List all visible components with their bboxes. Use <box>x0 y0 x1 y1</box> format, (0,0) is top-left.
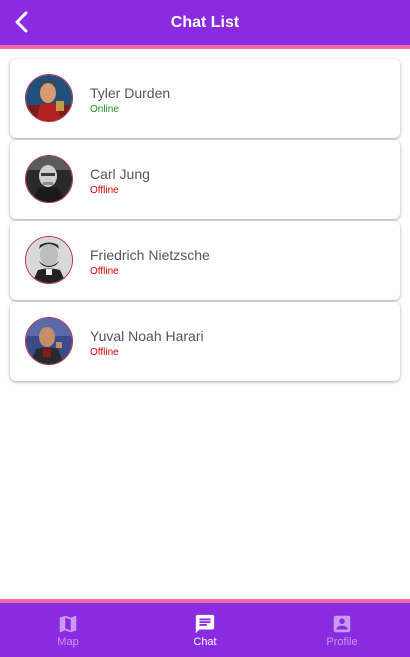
avatar <box>25 74 73 122</box>
app-header: Chat List <box>0 0 410 49</box>
chat-name: Yuval Noah Harari <box>90 328 204 344</box>
nav-item-profile[interactable]: Profile <box>274 603 410 657</box>
chat-item-friedrich-nietzsche[interactable]: Friedrich Nietzsche Offline <box>10 221 400 300</box>
map-icon <box>59 615 77 632</box>
avatar <box>25 155 73 203</box>
chat-name: Tyler Durden <box>90 85 171 101</box>
page-title: Chat List <box>170 14 240 31</box>
status-label: Offline <box>90 266 119 277</box>
chat-item-carl-jung[interactable]: Carl Jung Offline <box>10 140 400 219</box>
avatar <box>25 317 73 365</box>
chat-name: Carl Jung <box>90 166 150 182</box>
status-label: Online <box>90 104 119 115</box>
nav-label: Profile <box>326 635 358 648</box>
chat-item-tyler-durden[interactable]: Tyler Durden Online <box>10 59 400 138</box>
avatar <box>25 236 73 284</box>
profile-icon <box>333 615 351 632</box>
chat-icon <box>195 614 215 633</box>
chat-name: Friedrich Nietzsche <box>90 247 210 263</box>
nav-label: Chat <box>193 635 217 648</box>
chat-list: Tyler Durden Online Carl Jung Offline Fr… <box>10 59 400 383</box>
chat-list-screen: Chat List Tyler Durden Online Carl Jung … <box>0 0 410 657</box>
status-label: Offline <box>90 347 119 358</box>
nav-label: Map <box>57 635 79 648</box>
chat-item-yuval-noah-harari[interactable]: Yuval Noah Harari Offline <box>10 302 400 381</box>
nav-item-map[interactable]: Map <box>0 603 136 657</box>
nav-item-chat[interactable]: Chat <box>137 603 273 657</box>
bottom-navigation: Map Chat Profile <box>0 599 410 657</box>
status-label: Offline <box>90 185 119 196</box>
